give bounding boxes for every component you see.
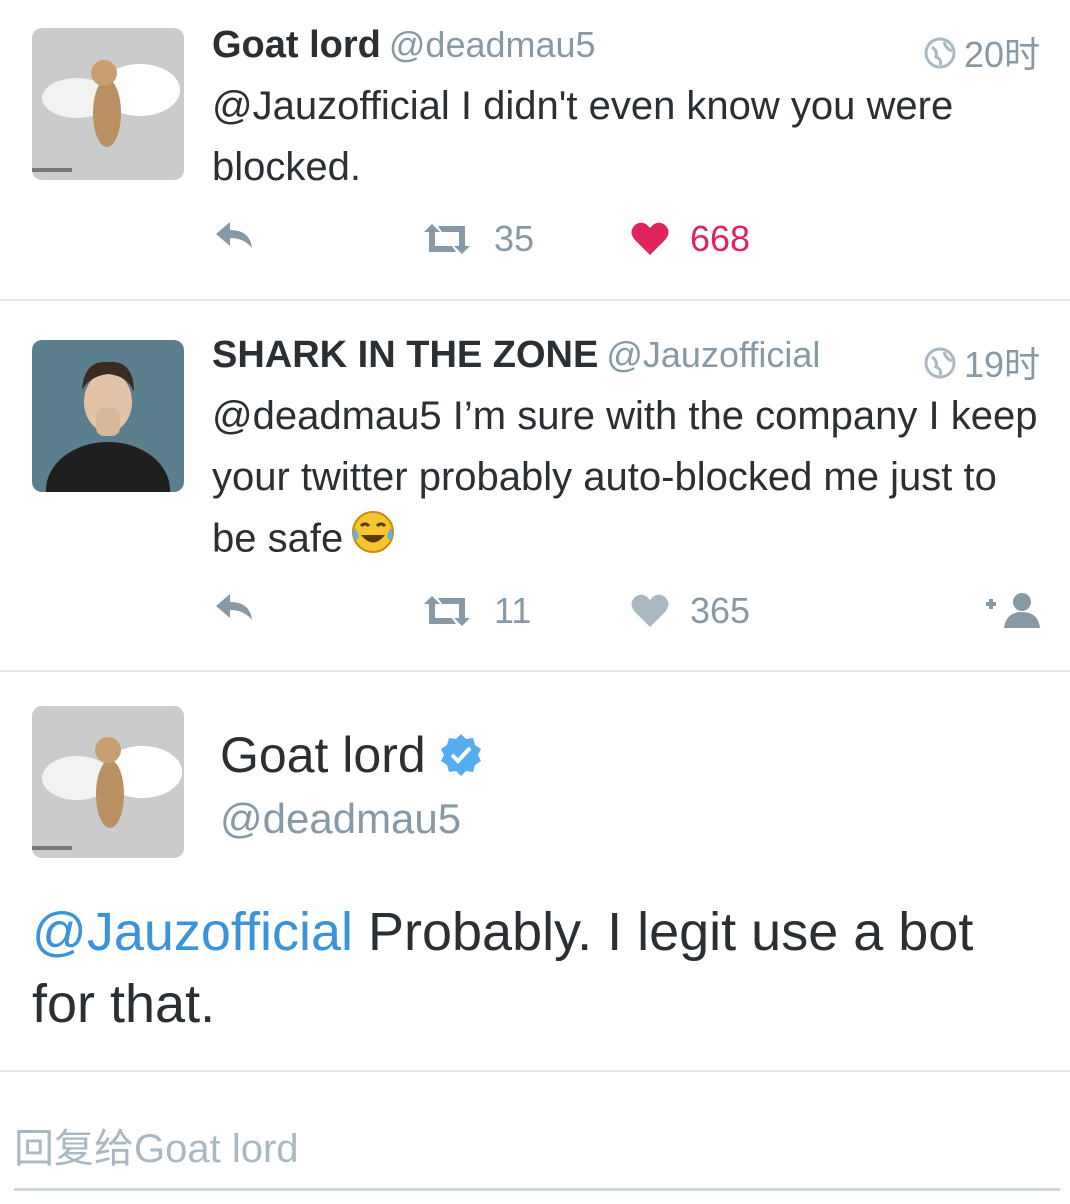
retweet-button[interactable]: 11 [420, 590, 531, 632]
follow-button[interactable] [982, 590, 1044, 630]
focused-tweet-text: @Jauzofficial Probably. I legit use a bo… [32, 896, 1042, 1040]
tweet-text: @Jauzofficial I didn't even know you wer… [212, 84, 954, 189]
tweet-actions: 11 365 [212, 590, 1052, 638]
mention-link[interactable]: @Jauzofficial [32, 902, 353, 962]
avatar[interactable] [32, 340, 184, 492]
like-count: 668 [690, 218, 751, 259]
reply-input[interactable]: 回复给Goat lord [14, 1116, 299, 1174]
reply-button[interactable] [212, 218, 256, 252]
author-name[interactable]: SHARK IN THE ZONE [212, 334, 598, 376]
like-count: 365 [690, 590, 751, 631]
author-handle[interactable]: @Jauzofficial [606, 334, 820, 375]
divider [0, 670, 1070, 672]
reply-underline [14, 1188, 1060, 1191]
avatar[interactable] [32, 28, 184, 180]
retweet-icon [424, 596, 470, 626]
divider [0, 299, 1070, 301]
reply-icon [216, 222, 252, 248]
tweet-2[interactable]: SHARK IN THE ZONE @Jauzofficial 19时 @dead… [0, 302, 1070, 670]
retweet-button[interactable]: 35 [420, 218, 534, 260]
timestamp: 19时 [924, 336, 1040, 388]
focused-author-handle[interactable]: @deadmau5 [220, 795, 461, 843]
tweet-text-body: @deadmau5 I’m sure with the company I ke… [212, 394, 1038, 561]
tweet-text: @deadmau5 I’m sure with the company I ke… [212, 386, 1052, 574]
tweet-header: SHARK IN THE ZONE @Jauzofficial [212, 334, 820, 377]
time-label: 19时 [963, 344, 1040, 385]
timestamp: 20时 [924, 26, 1040, 78]
author-handle[interactable]: @deadmau5 [389, 24, 596, 65]
focused-avatar[interactable] [32, 706, 184, 858]
divider [0, 1070, 1070, 1072]
reply-icon [216, 594, 252, 620]
focused-author-name[interactable]: Goat lord [220, 726, 484, 784]
heart-icon [631, 222, 669, 255]
focused-name-label: Goat lord [220, 727, 426, 783]
retweet-icon [424, 224, 470, 254]
heart-icon [631, 594, 669, 627]
retweet-count: 11 [494, 590, 532, 631]
tweet-1[interactable]: Goat lord @deadmau5 20时 @Jauzofficial I d… [0, 0, 1070, 300]
globe-icon [924, 36, 956, 69]
time-label: 20时 [963, 34, 1040, 75]
add-user-icon [986, 593, 1040, 628]
retweet-count: 35 [494, 218, 535, 259]
verified-badge-icon [440, 734, 481, 776]
author-name[interactable]: Goat lord [212, 24, 381, 66]
tweet-header: Goat lord @deadmau5 [212, 24, 596, 67]
globe-icon [924, 346, 956, 379]
like-button[interactable]: 365 [630, 590, 750, 632]
tweet-actions: 35 668 [212, 218, 1052, 266]
reply-button[interactable] [212, 590, 256, 624]
like-button[interactable]: 668 [630, 218, 750, 260]
tears-of-joy-emoji [349, 508, 397, 574]
